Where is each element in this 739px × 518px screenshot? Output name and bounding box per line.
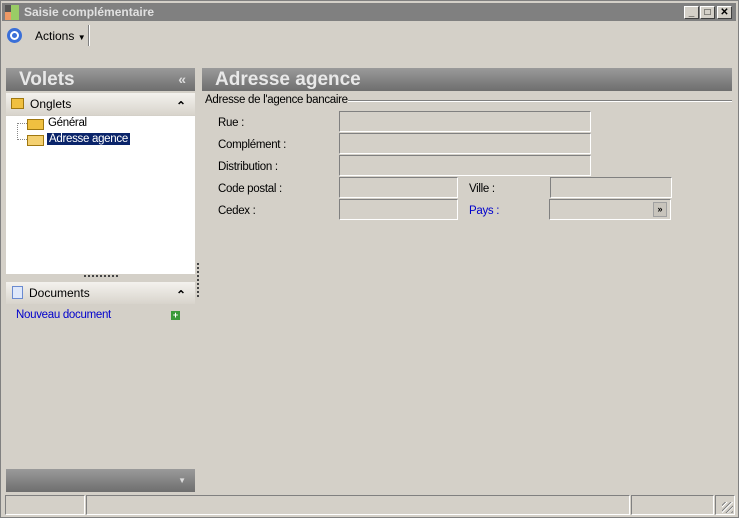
cedex-input[interactable] [339,199,458,220]
tabs-tree: Général Adresse agence [6,116,195,274]
window-title: Saisie complémentaire [24,5,155,19]
collapse-up-icon[interactable]: ⌃ [176,284,186,306]
open-folder-icon [27,135,44,146]
sidebar-title: Volets [19,69,75,90]
group-label: Adresse de l'agence bancaire [205,94,348,106]
document-icon [12,286,23,299]
status-pane-3 [631,495,714,515]
onglets-header[interactable]: Onglets ⌃ [6,93,195,115]
minimize-button[interactable]: _ [684,6,699,19]
toolbar-separator [88,25,90,46]
toolbar-logo-icon [7,28,22,43]
sidebar-header: Volets « [6,68,195,91]
pays-label[interactable]: Pays : [469,205,499,217]
app-icon [5,5,19,20]
new-document-link[interactable]: Nouveau document [16,309,111,321]
collapse-up-icon[interactable]: ⌃ [176,95,186,117]
caret-down-icon: ▼ [77,33,86,42]
pays-select[interactable]: » [549,199,671,220]
rue-input[interactable] [339,111,591,132]
title-bar: Saisie complémentaire [2,3,736,21]
complement-label: Complément : [218,139,286,151]
ville-input[interactable] [550,177,672,198]
page-title: Adresse agence [215,69,361,90]
add-icon[interactable]: + [171,311,180,320]
status-pane-1 [5,495,85,515]
main-header: Adresse agence [202,68,732,91]
distribution-label: Distribution : [218,161,278,173]
maximize-button[interactable]: □ [700,6,715,19]
actions-menu[interactable]: Actions ▼ [35,29,86,43]
folder-icon [27,119,44,130]
folder-icon [11,98,24,109]
sidebar-resize-handle[interactable] [197,263,199,297]
panel-splitter[interactable] [84,275,118,277]
group-divider [348,100,732,102]
ville-label: Ville : [469,183,495,195]
rue-label: Rue : [218,117,244,129]
dropdown-icon[interactable]: » [653,202,667,217]
distribution-input[interactable] [339,155,591,176]
cedex-label: Cedex : [218,205,256,217]
code-postal-label: Code postal : [218,183,282,195]
status-pane-2 [86,495,630,515]
complement-input[interactable] [339,133,591,154]
close-button[interactable]: ✕ [717,6,732,19]
collapse-sidebar-button[interactable]: « [178,68,186,91]
chevron-down-icon[interactable]: ▼ [178,469,186,492]
code-postal-input[interactable] [339,177,458,198]
resize-grip-icon[interactable] [722,502,733,513]
documents-header[interactable]: Documents ⌃ [6,282,195,304]
sidebar-bottom-bar[interactable]: ▼ [6,469,195,492]
